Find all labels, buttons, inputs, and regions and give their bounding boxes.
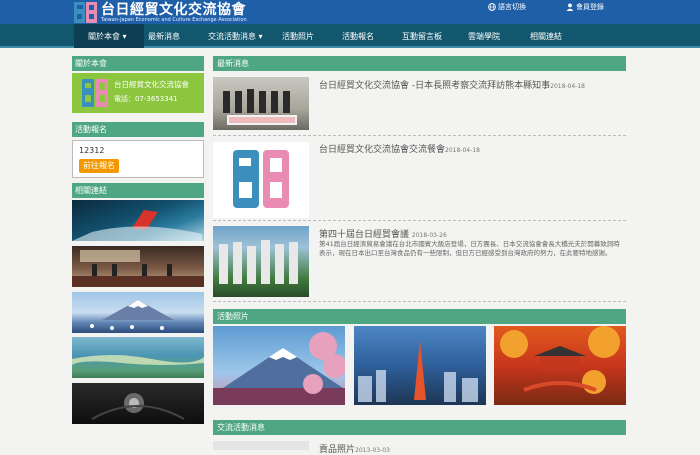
registration-value: 12312 xyxy=(79,146,105,155)
news-item-2[interactable]: 台日經貿文化交流協會交流餐會2018-04-18 xyxy=(319,142,480,155)
language-switch-label: 語言切換 xyxy=(498,3,526,11)
news-date-3: 2018-03-26 xyxy=(411,232,447,239)
news-title-3: 第四十屆台日經貿會議 xyxy=(319,230,410,240)
exchange-date-1: 2013-03-03 xyxy=(355,447,390,454)
activity-photo-3[interactable] xyxy=(494,326,626,405)
user-icon xyxy=(566,3,574,11)
news-date-2: 2018-04-18 xyxy=(445,147,480,154)
news-thumb-3[interactable] xyxy=(213,226,309,297)
related-link-banner-4[interactable] xyxy=(72,337,204,378)
field-group-image xyxy=(219,240,298,284)
fuji-blossom-image xyxy=(213,332,347,405)
about-heading: 關於本會 xyxy=(72,56,204,71)
member-login-label: 會員登錄 xyxy=(576,3,604,11)
exchange-thumb-1[interactable] xyxy=(213,441,309,450)
nav-cloud-academy[interactable]: 雲端學院 xyxy=(468,31,500,42)
registration-box: 12312 前往報名 xyxy=(72,140,204,178)
activity-photos-heading: 活動照片 xyxy=(213,309,626,324)
news-date-1: 2018-04-18 xyxy=(550,83,585,90)
windsurf-image xyxy=(72,210,202,241)
nav-registration[interactable]: 活動報名 xyxy=(342,31,374,42)
news-title-2: 台日經貿文化交流協會交流餐會 xyxy=(319,145,446,155)
related-link-banner-2[interactable] xyxy=(72,246,204,287)
autumn-temple-image xyxy=(500,326,620,394)
mount-fuji-image xyxy=(90,300,174,330)
globe-icon xyxy=(488,3,496,11)
group-photo-image xyxy=(223,89,297,125)
news-divider xyxy=(213,220,626,221)
related-link-banner-3[interactable] xyxy=(72,292,204,333)
member-login-link[interactable]: 會員登錄 xyxy=(566,2,604,12)
nav-photos[interactable]: 活動照片 xyxy=(282,31,314,42)
news-divider xyxy=(213,135,626,136)
language-switch-link[interactable]: 語言切換 xyxy=(488,2,526,12)
news-title-1: 台日經貿文化交流協會 -日本長照考察交流拜訪熊本縣知事 xyxy=(319,81,551,91)
tokyo-tower-image xyxy=(358,340,478,402)
conference-image xyxy=(72,250,204,287)
coastline-image xyxy=(72,355,204,365)
main-nav: 關於本會 ▾ 最新消息 交流活動消息 ▾ 活動照片 活動報名 互動留言板 雲端學… xyxy=(0,24,700,48)
nav-about[interactable]: 關於本會 ▾ xyxy=(88,31,127,42)
top-header: 台日經貿文化交流協會 Taiwan-Japan Economic and Cul… xyxy=(0,0,700,24)
nav-news[interactable]: 最新消息 xyxy=(148,31,180,42)
go-register-button[interactable]: 前往報名 xyxy=(79,159,119,173)
related-links-heading: 相關連結 xyxy=(72,183,204,198)
nav-exchange-news[interactable]: 交流活動消息 ▾ xyxy=(208,31,263,42)
about-card[interactable]: 台日經貿文化交流協會 電話：07-3653341 xyxy=(72,73,204,113)
registration-heading: 活動報名 xyxy=(72,122,204,137)
related-link-banner-5[interactable] xyxy=(72,383,204,424)
latest-news-heading: 最新消息 xyxy=(213,56,626,71)
news-description-3: 第41屆台日經濟貿易會議在台北市國賓大飯店登場，日方團長、日本交流協會會長大橋光… xyxy=(319,240,620,257)
nav-related-links[interactable]: 相關連結 xyxy=(530,31,562,42)
logo-68-icon xyxy=(82,79,108,107)
site-logo[interactable]: 台日經貿文化交流協會 Taiwan-Japan Economic and Cul… xyxy=(74,2,247,23)
logo-68-image xyxy=(233,150,289,208)
site-title: 台日經貿文化交流協會 xyxy=(101,1,246,18)
site-subtitle: Taiwan-Japan Economic and Culture Exchan… xyxy=(101,16,247,23)
about-phone: 電話：07-3653341 xyxy=(114,95,178,103)
news-divider xyxy=(213,301,626,302)
exchange-item-1[interactable]: 貢品照片2013-03-03 xyxy=(319,442,390,455)
exchange-title-1: 貢品照片 xyxy=(319,445,356,455)
activity-photo-1[interactable] xyxy=(213,326,347,405)
exchange-news-heading: 交流活動消息 xyxy=(213,420,626,435)
night-image xyxy=(91,393,185,420)
logo-68-icon xyxy=(74,2,98,23)
related-link-banner-1[interactable] xyxy=(72,200,204,241)
activity-photo-2[interactable] xyxy=(354,326,486,405)
news-thumb-2[interactable] xyxy=(213,142,309,218)
news-item-1[interactable]: 台日經貿文化交流協會 -日本長照考察交流拜訪熊本縣知事2018-04-18 xyxy=(319,78,585,91)
news-item-3[interactable]: 第四十屆台日經貿會議 2018-03-26 xyxy=(319,227,447,240)
about-name: 台日經貿文化交流協會 xyxy=(114,80,189,89)
news-thumb-1[interactable] xyxy=(213,77,309,130)
nav-message-board[interactable]: 互動留言板 xyxy=(402,31,442,42)
